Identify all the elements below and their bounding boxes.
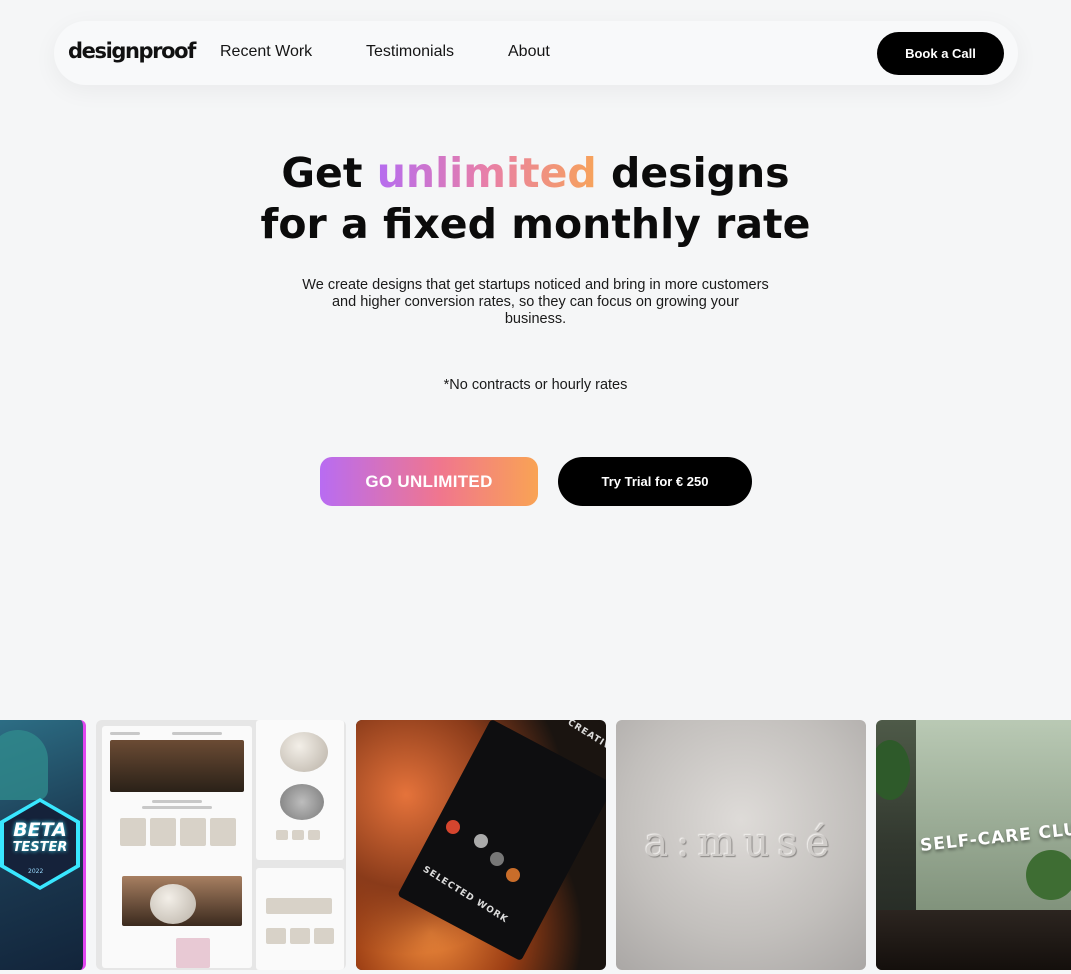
portfolio-card-selected-work[interactable]: SELECTED WORK CREATIVE: [356, 720, 606, 970]
badge-year: 2022: [28, 868, 44, 875]
go-unlimited-button[interactable]: GO UNLIMITED: [320, 457, 538, 506]
ui-dot: [446, 820, 460, 834]
portfolio-card-product-site[interactable]: [96, 720, 346, 970]
badge-label: BETA TESTER: [2, 819, 78, 856]
mockup-page-main: [102, 726, 252, 968]
ui-dot: [474, 834, 488, 848]
hero-highlight-unlimited: unlimited: [376, 149, 597, 197]
portfolio-card-self-care-club[interactable]: SELF-CARE CLUB: [876, 720, 1071, 970]
logo[interactable]: designproof: [68, 39, 196, 63]
badge-label-main: BETA: [13, 819, 67, 841]
hero-subtitle: We create designs that get startups noti…: [302, 277, 769, 327]
bath-floor: [876, 910, 1071, 970]
plant: [1026, 850, 1071, 900]
ui-dot: [506, 868, 520, 882]
mockup-page-side-top: [256, 720, 344, 860]
robot-illustration: [0, 730, 48, 800]
book-a-call-button[interactable]: Book a Call: [877, 32, 1004, 75]
hero-heading-line1: Get unlimited designs: [0, 148, 1071, 199]
hero-heading: Get unlimited designs for a fixed monthl…: [0, 148, 1071, 250]
plant: [876, 740, 910, 800]
hero-word-get: Get: [281, 149, 363, 197]
mockup-page-side-bottom: [256, 868, 344, 970]
hero-note: *No contracts or hourly rates: [443, 377, 628, 393]
nav-link-testimonials[interactable]: Testimonials: [366, 43, 454, 61]
ui-dot: [490, 852, 504, 866]
try-trial-button[interactable]: Try Trial for € 250: [558, 457, 752, 506]
hero-word-designs: designs: [611, 149, 790, 197]
nav-link-recent-work[interactable]: Recent Work: [220, 43, 312, 61]
portfolio-card-beta-tester[interactable]: BETA TESTER 2022: [0, 720, 86, 970]
badge-label-sub: TESTER: [12, 840, 68, 855]
nav-link-about[interactable]: About: [508, 43, 550, 61]
portfolio-card-amuse[interactable]: a:musé: [616, 720, 866, 970]
amuse-wordmark: a:musé: [644, 820, 838, 866]
top-navbar: designproof Recent Work Testimonials Abo…: [54, 21, 1018, 85]
hero-heading-line2: for a fixed monthly rate: [260, 200, 811, 248]
